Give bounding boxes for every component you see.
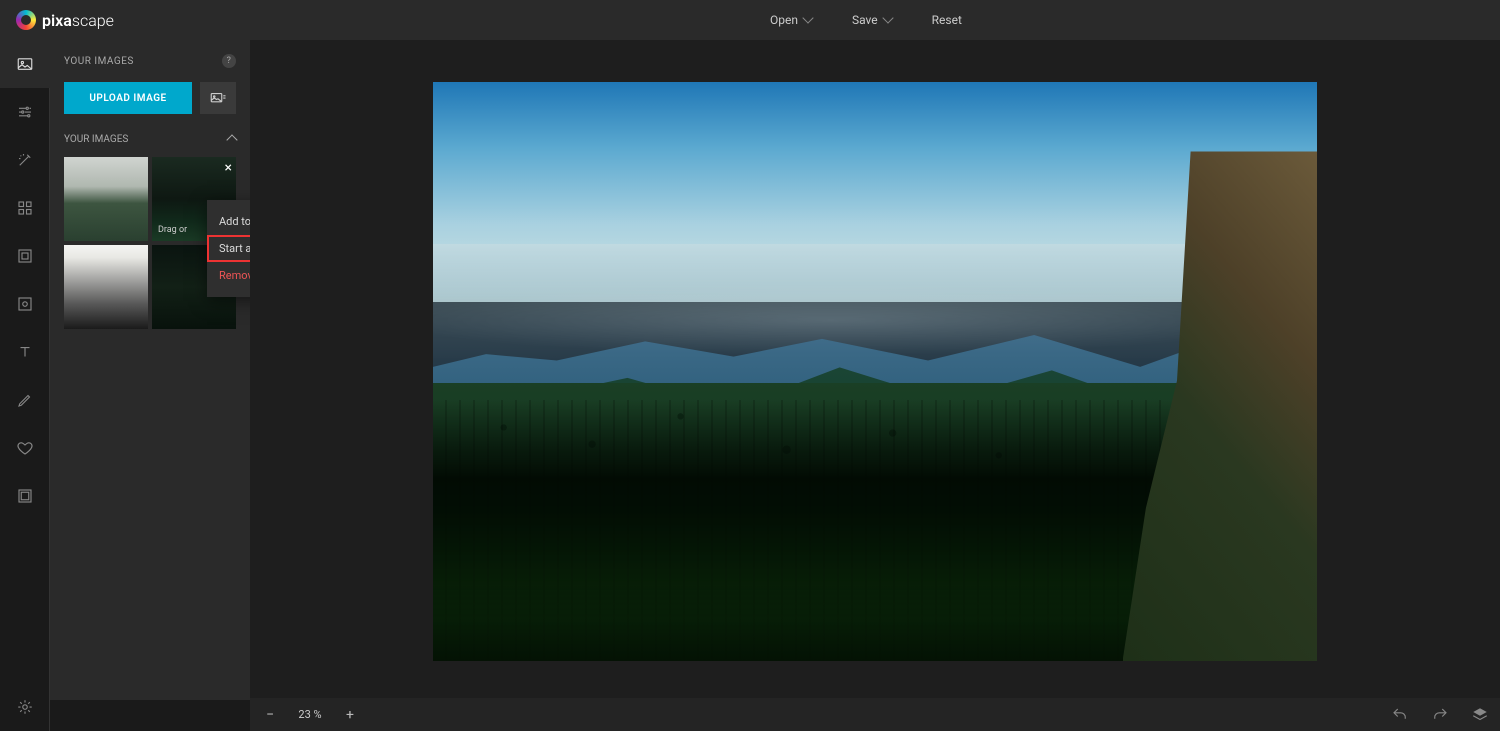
overlay-tool[interactable] [0, 232, 50, 280]
overlay-icon [16, 247, 34, 265]
right-rail [1450, 40, 1500, 698]
reset-label: Reset [932, 13, 962, 27]
undo-button[interactable] [1380, 698, 1420, 731]
pencil-icon [16, 391, 34, 409]
redo-icon [1431, 706, 1449, 724]
settings-tool[interactable] [0, 683, 50, 731]
adjust-tool[interactable] [0, 88, 50, 136]
draw-tool[interactable] [0, 376, 50, 424]
zoom-in-button[interactable]: + [344, 708, 356, 722]
tool-rail [0, 40, 50, 731]
your-images-label: YOUR IMAGES [64, 134, 128, 145]
header-menu: Open Save Reset [770, 13, 962, 27]
logo-text-bold: pixa [42, 11, 72, 30]
logo-text-light: scape [72, 11, 114, 30]
grid-icon [16, 199, 34, 217]
canvas-icon [16, 487, 34, 505]
heart-tool[interactable] [0, 424, 50, 472]
heart-icon [16, 439, 34, 457]
logo-text: pixascape [42, 11, 114, 30]
canvas-image[interactable] [433, 82, 1317, 661]
bottom-bar: − 23 % + [250, 698, 1500, 731]
layers-icon [1471, 706, 1489, 724]
image-icon [16, 55, 34, 73]
help-icon[interactable]: ? [222, 54, 236, 68]
images-tool[interactable] [0, 40, 50, 88]
images-panel: YOUR IMAGES ? UPLOAD IMAGE YOUR IMAGES ×… [50, 40, 250, 700]
app-header: pixascape Open Save Reset [0, 0, 1500, 40]
chevron-down-icon [802, 12, 813, 23]
app-logo: pixascape [16, 10, 114, 30]
text-icon [16, 343, 34, 361]
wand-icon [16, 151, 34, 169]
panel-title-row: YOUR IMAGES ? [64, 54, 236, 68]
apps-tool[interactable] [0, 184, 50, 232]
undo-icon [1391, 706, 1409, 724]
your-images-toggle[interactable]: YOUR IMAGES [64, 134, 236, 145]
layers-button[interactable] [1460, 698, 1500, 731]
chevron-down-icon [882, 12, 893, 23]
zoom-out-button[interactable]: − [264, 708, 276, 722]
sliders-icon [16, 103, 34, 121]
reset-button[interactable]: Reset [932, 13, 962, 27]
text-tool[interactable] [0, 328, 50, 376]
open-menu[interactable]: Open [770, 13, 812, 27]
canvas-tool[interactable] [0, 472, 50, 520]
logo-icon [16, 10, 36, 30]
open-label: Open [770, 13, 798, 27]
frame-icon [16, 295, 34, 313]
save-label: Save [852, 13, 878, 27]
upload-url-button[interactable] [200, 82, 236, 114]
upload-row: UPLOAD IMAGE [64, 82, 236, 114]
chevron-up-icon [226, 134, 237, 145]
image-url-icon [209, 89, 227, 107]
thumbnail-1[interactable] [64, 157, 148, 241]
close-icon[interactable]: × [225, 161, 232, 175]
zoom-controls: − 23 % + [250, 708, 356, 722]
redo-button[interactable] [1420, 698, 1460, 731]
wand-tool[interactable] [0, 136, 50, 184]
zoom-value: 23 % [294, 708, 326, 721]
save-menu[interactable]: Save [852, 13, 892, 27]
panel-title: YOUR IMAGES [64, 56, 134, 67]
border-tool[interactable] [0, 280, 50, 328]
gear-icon [16, 698, 34, 716]
canvas-area[interactable] [250, 40, 1450, 698]
thumbnail-3[interactable] [64, 245, 148, 329]
upload-image-button[interactable]: UPLOAD IMAGE [64, 82, 192, 114]
